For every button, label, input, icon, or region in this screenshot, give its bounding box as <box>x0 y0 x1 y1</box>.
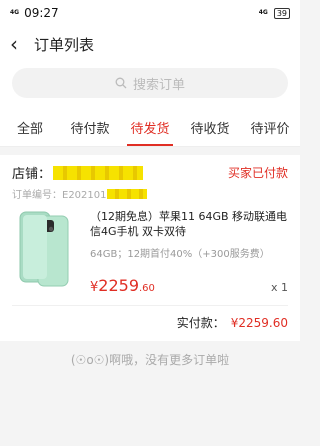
page-title: 订单列表 <box>34 35 95 54</box>
status-bar: 4G 09:27 4G 39 <box>0 0 300 26</box>
status-time: 09:27 <box>24 6 59 20</box>
top-section: 4G 09:27 4G 39 ‹ 订单列表 搜索订单 全部 待付款 待发货 待收… <box>0 0 300 147</box>
footer-face: (☉o☉) <box>70 352 110 367</box>
total-row: 实付款： ¥2259.60 <box>12 305 288 341</box>
order-card[interactable]: 店铺： 买家已付款 订单编号：E202101 （12期免息）苹果11 64GB … <box>0 155 300 341</box>
product-spec: 64GB；12期首付40%（+300服务费） <box>90 249 270 260</box>
tab-pending-shipment[interactable]: 待发货 <box>120 108 180 146</box>
search-input[interactable]: 搜索订单 <box>12 68 288 98</box>
back-arrow-icon[interactable]: ‹ <box>10 34 28 54</box>
network-indicator-right: 4G <box>258 9 268 16</box>
price-row: ¥2259.60 x 1 <box>90 276 288 295</box>
status-left: 4G 09:27 <box>10 6 59 20</box>
footer-text: 啊哦，没有更多订单啦 <box>109 353 230 367</box>
product-price: ¥2259.60 <box>90 276 155 295</box>
product-image <box>12 209 76 289</box>
order-number-redacted <box>106 188 147 199</box>
order-tabs: 全部 待付款 待发货 待收货 待评价 <box>0 108 300 147</box>
shop-row: 店铺： 买家已付款 <box>12 155 288 182</box>
product-item[interactable]: （12期免息）苹果11 64GB 移动联通电信4G手机 双卡双待 64GB；12… <box>12 209 288 305</box>
shop-name-redacted <box>53 165 144 180</box>
search-row: 搜索订单 <box>0 62 300 108</box>
product-name: （12期免息）苹果11 64GB 移动联通电信4G手机 双卡双待 <box>90 210 288 238</box>
price-decimal: .60 <box>139 283 155 294</box>
total-value: ¥2259.60 <box>230 315 288 330</box>
order-status: 买家已付款 <box>227 166 288 180</box>
order-number: 订单编号：E202101 <box>12 190 107 201</box>
search-icon <box>115 77 127 89</box>
phone-image-icon <box>19 211 69 287</box>
nav-bar: ‹ 订单列表 <box>0 26 300 62</box>
order-number-row: 订单编号：E202101 <box>12 186 288 201</box>
search-placeholder: 搜索订单 <box>132 77 185 93</box>
tab-pending-payment[interactable]: 待付款 <box>60 108 120 146</box>
total-label: 实付款： <box>176 316 225 330</box>
status-right: 4G 39 <box>258 7 290 19</box>
shop-info: 店铺： <box>12 163 144 182</box>
product-info: （12期免息）苹果11 64GB 移动联通电信4G手机 双卡双待 64GB；12… <box>90 209 288 295</box>
tab-pending-review[interactable]: 待评价 <box>240 108 300 146</box>
price-integer: 2259 <box>98 276 139 295</box>
shop-label: 店铺： <box>12 167 52 182</box>
product-quantity: x 1 <box>270 281 288 294</box>
network-indicator: 4G <box>10 9 20 16</box>
battery-icon: 39 <box>273 7 290 19</box>
list-end-message: (☉o☉) 啊哦，没有更多订单啦 <box>0 351 300 368</box>
tab-all[interactable]: 全部 <box>0 108 60 146</box>
tab-pending-receipt[interactable]: 待收货 <box>180 108 240 146</box>
